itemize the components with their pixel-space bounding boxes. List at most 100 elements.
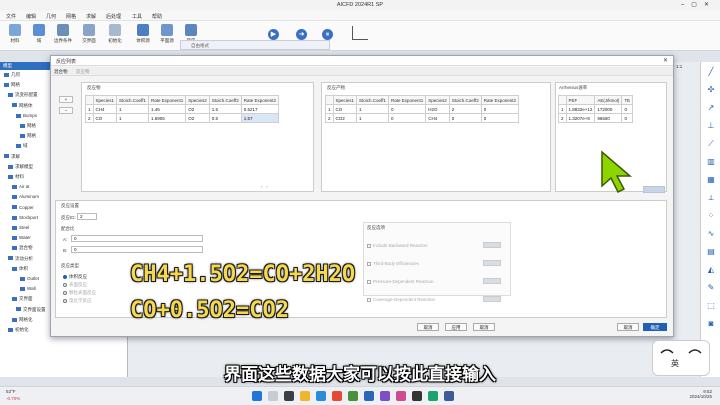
coeff1-cell[interactable]: 1 [356, 113, 389, 123]
window-controls[interactable]: –▢✕ [681, 1, 716, 8]
plot-icon[interactable]: ⊥ [706, 122, 716, 130]
menu-postprocess[interactable]: 后处理 [106, 13, 121, 20]
exponent1-cell[interactable]: 1.46 [147, 104, 187, 114]
third-body-edit-button[interactable] [483, 260, 501, 266]
boundary-button[interactable]: 边界条件 [52, 24, 74, 44]
exponent1-cell[interactable]: 0 [387, 104, 427, 114]
apply-button[interactable]: 应用 [445, 323, 467, 331]
tree-item[interactable]: 求解模型 [8, 164, 33, 170]
arrow-icon[interactable]: ↗ [706, 104, 716, 112]
tree-item[interactable]: 网格体 [12, 103, 33, 109]
menu-edit[interactable]: 编辑 [26, 13, 36, 20]
check-coverage-dependent[interactable]: Coverage-Dependent Reaction [367, 297, 435, 302]
arrhenius-blank-button[interactable] [643, 186, 665, 193]
tree-item[interactable]: Copper [12, 205, 34, 210]
backward-reaction-edit-button[interactable] [483, 242, 501, 248]
radio-surface-reaction[interactable]: 表面反应 [63, 282, 87, 288]
species1-cell[interactable]: CO2 [332, 113, 358, 123]
menu-mesh[interactable]: 网格 [66, 13, 76, 20]
trend-icon[interactable]: ⟋ [706, 140, 716, 148]
histogram-icon[interactable]: ▥ [706, 158, 716, 166]
tree-item[interactable]: 流变形配置 [8, 92, 38, 98]
radio-electrochemical-reaction[interactable]: 电化学反应 [63, 298, 92, 304]
curve-icon[interactable]: ∿ [706, 230, 716, 238]
bar-icon[interactable]: ▤ [706, 248, 716, 256]
coeff1-cell[interactable]: 1 [116, 104, 149, 114]
menu-file[interactable]: 文件 [6, 13, 16, 20]
tree-item[interactable]: Steel [12, 225, 29, 230]
plane-source-button[interactable]: 平面源 [156, 24, 178, 44]
edge-icon[interactable] [316, 391, 326, 401]
tree-item[interactable]: 初始化 [8, 327, 29, 333]
area-icon[interactable]: ◭ [706, 266, 716, 274]
app-icon-8[interactable] [444, 391, 454, 401]
cancel-button[interactable]: 取消 [473, 323, 495, 331]
coeff2-cell[interactable]: 1.5 [208, 104, 242, 114]
ae-cell[interactable]: 172000 [594, 104, 623, 114]
ae-cell[interactable]: 96560 [594, 113, 623, 123]
table-icon[interactable]: ▦ [706, 176, 716, 184]
radio-particle-surface-reaction[interactable]: 颗粒表面反应 [63, 290, 96, 296]
exponent2-cell[interactable]: 0.5217 [240, 104, 279, 114]
dialog-cancel-button[interactable]: 取消 [617, 323, 639, 331]
add-reaction-button[interactable]: + [59, 96, 73, 103]
forward-icon[interactable]: ➜ [296, 29, 307, 40]
species2-cell[interactable]: CH4 [425, 113, 450, 123]
tree-item[interactable]: 网格 [20, 123, 36, 129]
weather-widget[interactable]: 53°F [6, 389, 16, 394]
reaction-id-spinner[interactable]: 2 [77, 213, 97, 220]
tree-item[interactable]: 混合物 [12, 245, 33, 251]
scatter-icon[interactable]: ⁘ [706, 212, 716, 220]
exponent2-cell[interactable]: 0 [480, 104, 519, 114]
pef-cell[interactable]: 1.3207e+8 [565, 113, 596, 123]
b-input[interactable]: 0 [71, 246, 203, 253]
coeff2-cell[interactable]: 2 [448, 104, 482, 114]
tree-item[interactable]: Bumps [16, 113, 37, 118]
app-icon-7[interactable] [428, 391, 438, 401]
vector-icon[interactable]: ✣ [706, 86, 716, 94]
exponent2-cell[interactable]: 1.57 [240, 113, 279, 123]
tree-item[interactable]: 交界面 [12, 296, 33, 302]
check-backward-reaction[interactable]: Include Backward Reaction [367, 243, 428, 248]
exponent2-cell[interactable]: 0 [480, 113, 519, 123]
cube-icon[interactable]: ⬚ [706, 302, 716, 310]
app-icon-1[interactable] [332, 391, 342, 401]
tree-item[interactable]: 几何 [4, 72, 20, 78]
coverage-dependent-edit-button[interactable] [483, 296, 501, 302]
coeff2-cell[interactable]: 0.5 [208, 113, 242, 123]
tree-item[interactable]: 域 [16, 143, 28, 149]
chart-icon[interactable]: ╱ [706, 68, 716, 76]
tree-item[interactable]: 体积 [12, 266, 28, 272]
domain-button[interactable]: 域 [28, 24, 50, 44]
species1-cell[interactable]: CO [332, 104, 358, 114]
interface-button[interactable]: 交界面 [78, 24, 100, 44]
coeff1-cell[interactable]: 1 [116, 113, 149, 123]
menu-solve[interactable]: 求解 [86, 13, 96, 20]
species2-cell[interactable]: O2 [185, 113, 210, 123]
pause-icon[interactable]: ⏸ [322, 29, 333, 40]
exponent1-cell[interactable]: 0 [387, 113, 427, 123]
app-icon-4[interactable] [380, 391, 390, 401]
species1-cell[interactable]: CH4 [92, 104, 118, 114]
species2-cell[interactable]: H2O [425, 104, 450, 114]
tree-item[interactable]: Stockport [12, 215, 38, 220]
search-icon[interactable] [268, 391, 278, 401]
menu-help[interactable]: 帮助 [152, 13, 162, 20]
tree-item[interactable]: Water [12, 235, 31, 240]
tree-item[interactable]: 流动分析 [8, 256, 33, 262]
reactants-pager[interactable]: ‹ › [261, 184, 301, 190]
tab-mixture[interactable]: 混合物 [54, 69, 68, 75]
remove-reaction-button[interactable]: − [59, 107, 73, 114]
species1-cell[interactable]: CO [92, 113, 118, 123]
tree-item[interactable]: Wall [20, 286, 36, 291]
pef-cell[interactable]: 1.8832e+12 [565, 104, 596, 114]
start-icon[interactable] [252, 391, 262, 401]
te-cell[interactable]: 0 [621, 113, 634, 123]
tab-reactants[interactable]: 反应物 [76, 69, 90, 75]
exponent1-cell[interactable]: 1.6906 [147, 113, 187, 123]
tree-item[interactable]: 网格 [4, 82, 20, 88]
tree-item[interactable]: 材料 [8, 174, 24, 180]
volume-source-button[interactable]: 体积源 [132, 24, 154, 44]
a-input[interactable]: 0 [71, 235, 203, 242]
app-icon-6[interactable] [412, 391, 422, 401]
